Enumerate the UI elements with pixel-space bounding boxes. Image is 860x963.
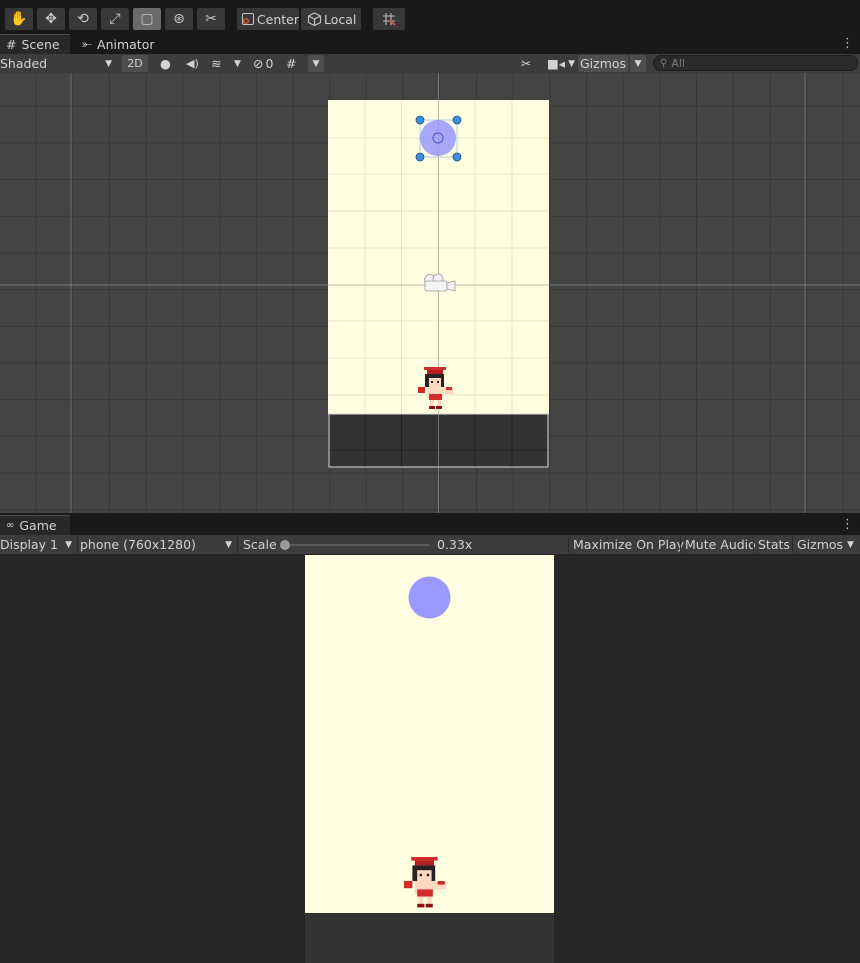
transform-icon: ⊛ bbox=[173, 11, 185, 27]
grid-icon: # bbox=[286, 56, 297, 71]
game-control-bar: Display 1 ▼ phone (760x1280) ▼ Scale 0.3… bbox=[0, 535, 860, 555]
shading-mode-label: Shaded bbox=[0, 56, 48, 71]
grid-snap-button[interactable] bbox=[373, 8, 405, 30]
tools-icon: ✂ bbox=[521, 56, 532, 71]
grid-toggle[interactable]: # bbox=[286, 54, 296, 73]
lighting-toggle[interactable]: ● bbox=[160, 54, 171, 73]
animator-icon: ⤜ bbox=[82, 36, 93, 51]
tools-toggle[interactable]: ✂ bbox=[521, 54, 531, 73]
scene-tab-bar: # Scene ⤜ Animator ⋮ bbox=[0, 34, 860, 54]
pivot-mode-toggle[interactable]: Center bbox=[237, 8, 299, 30]
hidden-count: 0 bbox=[265, 56, 274, 71]
scene-search-placeholder: All bbox=[671, 56, 685, 70]
rotate-tool-button[interactable]: ⟲ bbox=[69, 8, 97, 30]
audio-toggle[interactable]: ◀) bbox=[186, 54, 199, 73]
selected-circle bbox=[420, 120, 456, 156]
scene-gizmos-dropdown[interactable]: ▼ bbox=[630, 55, 646, 72]
custom-tool-button[interactable]: ✂ bbox=[197, 8, 225, 30]
gamepad-icon: ∞ bbox=[6, 520, 15, 531]
2d-mode-label: 2D bbox=[127, 57, 143, 70]
game-canvas bbox=[305, 555, 554, 963]
chevron-down-icon: ▼ bbox=[105, 58, 112, 69]
custom-tools-icon: ✂ bbox=[205, 11, 217, 27]
scene-grid-icon: # bbox=[6, 37, 17, 52]
effects-toggle[interactable]: ≋ bbox=[211, 54, 221, 73]
pivot-rotation-toggle[interactable]: Local bbox=[301, 8, 361, 30]
scene-viewport[interactable] bbox=[0, 73, 860, 513]
grid-dropdown[interactable]: ▼ bbox=[308, 55, 324, 72]
eye-off-icon: ⊘ bbox=[253, 56, 264, 71]
layers-icon: ≋ bbox=[211, 56, 222, 71]
game-gizmos-dropdown[interactable]: ▼ bbox=[847, 535, 854, 554]
game-ground bbox=[305, 913, 554, 963]
chevron-down-icon: ▼ bbox=[634, 58, 642, 69]
scale-slider[interactable] bbox=[280, 540, 430, 550]
chevron-down-icon: ▼ bbox=[847, 539, 854, 550]
game-more-icon[interactable]: ⋮ bbox=[841, 517, 854, 532]
pivot-rotation-label: Local bbox=[324, 11, 357, 27]
scene-gizmos-label: Gizmos bbox=[579, 56, 627, 71]
game-gizmos-toggle[interactable]: Gizmos bbox=[797, 535, 843, 554]
tab-game-label: Game bbox=[19, 518, 57, 533]
move-icon: ✥ bbox=[45, 11, 57, 27]
chevron-down-icon: ▼ bbox=[312, 58, 320, 69]
pivot-center-icon bbox=[242, 13, 254, 25]
main-toolbar: ✋ ✥ ⟲ ⤢ ▢ ⊛ ✂ Center Local bbox=[0, 5, 860, 33]
scale-label: Scale bbox=[243, 537, 277, 552]
maximize-on-play-toggle[interactable]: Maximize On Play bbox=[573, 535, 684, 554]
scale-slider-thumb[interactable] bbox=[280, 540, 290, 550]
scene-control-bar: Shaded ▼ 2D ● ◀) ≋ ▼ ⊘ 0 # ▼ ✂ ■◂ ▼ Gizm… bbox=[0, 54, 860, 74]
speaker-icon: ◀) bbox=[186, 57, 199, 70]
stats-toggle[interactable]: Stats bbox=[758, 535, 790, 554]
transform-tool-button[interactable]: ⊛ bbox=[165, 8, 193, 30]
hand-tool-button[interactable]: ✋ bbox=[5, 8, 33, 30]
2d-mode-toggle[interactable]: 2D bbox=[122, 55, 148, 72]
mute-audio-toggle[interactable]: Mute Audio bbox=[685, 535, 756, 554]
tab-animator[interactable]: ⤜ Animator bbox=[76, 34, 161, 54]
tab-scene[interactable]: # Scene bbox=[0, 34, 70, 54]
hidden-objects-toggle[interactable]: ⊘ 0 bbox=[253, 54, 273, 73]
tab-scene-label: Scene bbox=[21, 37, 60, 52]
chevron-down-icon: ▼ bbox=[225, 539, 232, 550]
chevron-down-icon: ▼ bbox=[234, 58, 241, 69]
scene-canvas bbox=[0, 73, 860, 513]
rect-tool-button[interactable]: ▢ bbox=[133, 8, 161, 30]
scene-more-icon[interactable]: ⋮ bbox=[841, 36, 854, 51]
chevron-down-icon: ▼ bbox=[568, 58, 576, 69]
light-bulb-icon: ● bbox=[160, 56, 171, 71]
game-viewport[interactable] bbox=[0, 555, 860, 963]
pivot-mode-label: Center bbox=[256, 11, 299, 27]
search-icon: ⚲ bbox=[660, 57, 668, 69]
tab-game[interactable]: ∞ Game bbox=[0, 515, 70, 535]
display-dropdown[interactable]: Display 1 ▼ bbox=[0, 535, 76, 554]
grid-snap-icon bbox=[383, 13, 396, 26]
scale-tool-button[interactable]: ⤢ bbox=[101, 8, 129, 30]
game-circle bbox=[408, 576, 451, 619]
resolution-dropdown[interactable]: phone (760x1280) ▼ bbox=[80, 535, 236, 554]
game-tab-bar: ∞ Game ⋮ bbox=[0, 515, 860, 535]
rect-icon: ▢ bbox=[140, 11, 154, 27]
local-cube-icon bbox=[307, 12, 322, 26]
move-tool-button[interactable]: ✥ bbox=[37, 8, 65, 30]
scene-search-input[interactable]: ⚲ All bbox=[653, 55, 858, 71]
resolution-label: phone (760x1280) bbox=[80, 537, 196, 552]
scale-icon: ⤢ bbox=[109, 11, 121, 27]
hand-icon: ✋ bbox=[10, 11, 28, 27]
effects-dropdown[interactable]: ▼ bbox=[234, 54, 241, 73]
tab-animator-label: Animator bbox=[97, 36, 155, 52]
chevron-down-icon: ▼ bbox=[65, 539, 72, 550]
camera-icon: ■◂ bbox=[547, 56, 566, 71]
scale-value: 0.33x bbox=[437, 537, 473, 552]
rotate-icon: ⟲ bbox=[77, 11, 89, 27]
display-label: Display 1 bbox=[0, 537, 59, 552]
scene-gizmos-button[interactable]: Gizmos bbox=[578, 55, 628, 72]
shading-mode-dropdown[interactable]: Shaded ▼ bbox=[0, 54, 118, 73]
camera-toggle[interactable]: ■◂ ▼ bbox=[547, 54, 575, 73]
